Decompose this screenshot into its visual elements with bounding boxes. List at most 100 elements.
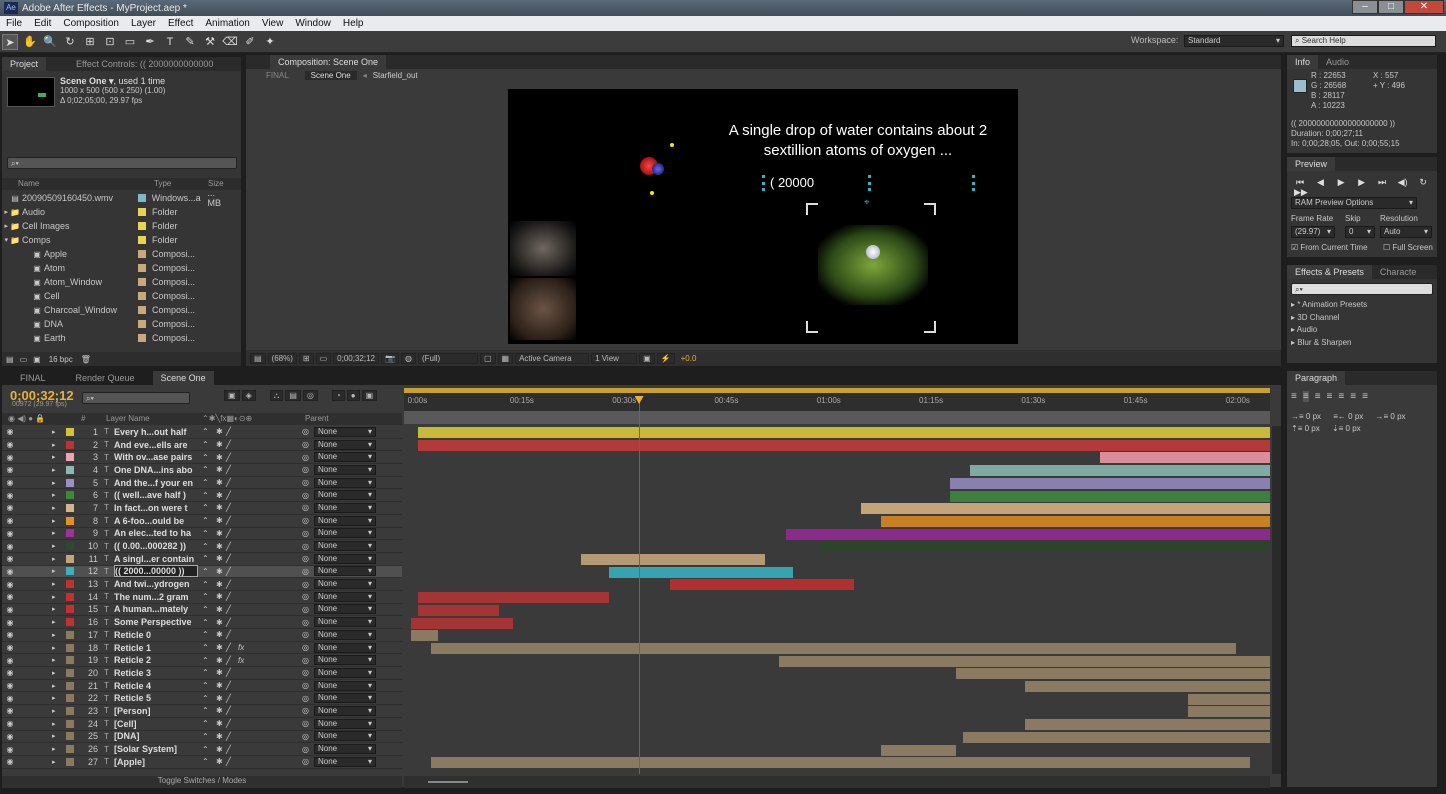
- collapse-switch-icon[interactable]: ✱: [216, 516, 226, 525]
- disclosure-triangle-icon[interactable]: ▸: [52, 618, 66, 626]
- layer-label-color[interactable]: [66, 427, 74, 436]
- layer-label-color[interactable]: [66, 656, 74, 665]
- play-icon[interactable]: ▶: [1335, 177, 1347, 187]
- quality-switch-icon[interactable]: ╱: [226, 554, 238, 563]
- parent-dropdown[interactable]: None ▾: [314, 680, 376, 691]
- resolution-dropdown[interactable]: (Full): [417, 352, 478, 364]
- live-update-icon[interactable]: ▣: [361, 390, 378, 401]
- layer-label-color[interactable]: [66, 580, 74, 589]
- layer-label-color[interactable]: [66, 694, 74, 703]
- layer-duration-bar[interactable]: [969, 465, 1270, 477]
- project-list-item[interactable]: ▸ 📁 Cell Images Folder: [2, 219, 231, 233]
- layer-row[interactable]: ◉ ▸ 24 T [Cell] ⌃ ✱ ╱ ◎ None ▾: [2, 718, 402, 731]
- quality-switch-icon[interactable]: ╱: [226, 694, 238, 703]
- layer-duration-bar[interactable]: [956, 668, 1270, 680]
- layer-name[interactable]: [Solar System]: [114, 744, 198, 754]
- parent-dropdown[interactable]: None ▾: [314, 667, 376, 678]
- shy-switch-icon[interactable]: ⌃: [202, 694, 216, 703]
- layer-duration-bar[interactable]: [785, 528, 1270, 540]
- collapse-switch-icon[interactable]: ✱: [216, 478, 226, 487]
- tab-project[interactable]: Project: [2, 57, 47, 71]
- eye-icon[interactable]: ◉: [4, 478, 16, 487]
- parent-dropdown[interactable]: None ▾: [314, 617, 376, 628]
- project-list-item[interactable]: ▣ Cell Composi...: [2, 289, 231, 303]
- quality-switch-icon[interactable]: ╱: [226, 440, 238, 449]
- pickwhip-icon[interactable]: ◎: [302, 542, 314, 551]
- eye-icon[interactable]: ◉: [4, 491, 16, 500]
- from-current-checkbox[interactable]: ☑: [1291, 243, 1300, 252]
- timeline-scrollbar[interactable]: [1272, 426, 1281, 774]
- eye-icon[interactable]: ◉: [4, 592, 16, 601]
- parent-dropdown[interactable]: None ▾: [314, 705, 376, 716]
- shy-switch-icon[interactable]: ⌃: [202, 719, 216, 728]
- fast-previews-icon[interactable]: ⚡: [656, 352, 675, 364]
- collapse-switch-icon[interactable]: ✱: [216, 503, 226, 512]
- disclosure-triangle-icon[interactable]: ▸: [52, 644, 66, 652]
- eye-icon[interactable]: ◉: [4, 516, 16, 525]
- menu-window[interactable]: Window: [289, 18, 337, 29]
- collapse-switch-icon[interactable]: ✱: [216, 427, 226, 436]
- menu-edit[interactable]: Edit: [28, 18, 57, 29]
- color-channels-icon[interactable]: ◍: [400, 352, 416, 364]
- layer-row[interactable]: ◉ ▸ 8 T A 6-foo...ould be ⌃ ✱ ╱ ◎ None ▾: [2, 515, 402, 528]
- quality-switch-icon[interactable]: ╱: [226, 478, 238, 487]
- shy-switch-icon[interactable]: ⌃: [202, 478, 216, 487]
- layer-row[interactable]: ◉ ▸ 16 T Some Perspective ⌃ ✱ ╱ ◎ None ▾: [2, 616, 402, 629]
- layer-row[interactable]: ◉ ▸ 4 T One DNA...ins abo ⌃ ✱ ╱ ◎ None ▾: [2, 464, 402, 477]
- eye-icon[interactable]: ◉: [4, 529, 16, 538]
- layer-row[interactable]: ◉ ▸ 1 T Every h...out half ⌃ ✱ ╱ ◎ None ▾: [2, 426, 402, 439]
- eye-icon[interactable]: ◉: [4, 732, 16, 741]
- region-of-interest-icon[interactable]: ▢: [479, 352, 496, 364]
- layer-name[interactable]: Reticle 5: [114, 693, 198, 703]
- prev-frame-icon[interactable]: ◀: [1315, 177, 1327, 187]
- indent-left-value[interactable]: 0 px: [1306, 412, 1321, 421]
- layer-label-color[interactable]: [66, 706, 74, 715]
- pickwhip-icon[interactable]: ◎: [302, 529, 314, 538]
- label-color-swatch[interactable]: [138, 264, 146, 272]
- pickwhip-icon[interactable]: ◎: [302, 745, 314, 754]
- disclosure-triangle-icon[interactable]: ▸: [52, 479, 66, 487]
- layer-row[interactable]: ◉ ▸ 3 T With ov...ase pairs ⌃ ✱ ╱ ◎ None ▾: [2, 451, 402, 465]
- project-list-item[interactable]: ▣ Atom_Window Composi...: [2, 275, 231, 289]
- layer-duration-bar[interactable]: [881, 744, 957, 756]
- layer-row[interactable]: ◉ ▸ 14 T The num...2 gram ⌃ ✱ ╱ ◎ None ▾: [2, 591, 402, 604]
- pickwhip-icon[interactable]: ◎: [302, 706, 314, 715]
- parent-dropdown[interactable]: None ▾: [314, 426, 376, 437]
- layer-row[interactable]: ◉ ▸ 27 T [Apple] ⌃ ✱ ╱ ◎ None ▾: [2, 756, 402, 769]
- layer-name[interactable]: A 6-foo...ould be: [114, 516, 198, 526]
- collapse-switch-icon[interactable]: ✱: [216, 694, 226, 703]
- eye-icon[interactable]: ◉: [4, 757, 16, 766]
- layer-duration-bar[interactable]: [431, 757, 1250, 769]
- collapse-switch-icon[interactable]: ✱: [216, 453, 226, 462]
- new-folder-icon[interactable]: ▭: [20, 355, 28, 364]
- graph-editor-icon[interactable]: ◔: [331, 390, 345, 401]
- quality-switch-icon[interactable]: ╱: [226, 580, 238, 589]
- layer-label-color[interactable]: [66, 529, 74, 538]
- maximize-button[interactable]: □: [1378, 0, 1404, 14]
- roto-brush-tool-icon[interactable]: ✐: [242, 34, 258, 50]
- tab-info[interactable]: Info: [1287, 55, 1319, 69]
- layer-row[interactable]: ◉ ▸ 19 T Reticle 2 ⌃ ✱ ╱ fx ◎ None ▾: [2, 654, 402, 668]
- parent-dropdown[interactable]: None ▾: [314, 566, 376, 577]
- quality-switch-icon[interactable]: ╱: [226, 681, 238, 690]
- eye-icon[interactable]: ◉: [4, 567, 16, 576]
- parent-dropdown[interactable]: None ▾: [314, 477, 376, 488]
- align-center-icon[interactable]: ≡: [1302, 391, 1309, 402]
- quality-switch-icon[interactable]: ╱: [226, 427, 238, 436]
- parent-dropdown[interactable]: None ▾: [314, 604, 376, 615]
- label-color-swatch[interactable]: [138, 334, 146, 342]
- transparency-grid-icon[interactable]: ▦: [497, 352, 514, 364]
- parent-dropdown[interactable]: None ▾: [314, 515, 376, 526]
- trash-icon[interactable]: 🗑: [81, 355, 91, 364]
- disclosure-triangle-icon[interactable]: ▸: [52, 707, 66, 715]
- pickwhip-icon[interactable]: ◎: [302, 453, 314, 462]
- layer-row[interactable]: ◉ ▸ 26 T [Solar System] ⌃ ✱ ╱ ◎ None ▾: [2, 743, 402, 756]
- safe-zones-icon[interactable]: ⊞: [298, 352, 314, 364]
- parent-dropdown[interactable]: None ▾: [314, 490, 376, 501]
- disclosure-triangle-icon[interactable]: ▸: [52, 504, 66, 512]
- pickwhip-icon[interactable]: ◎: [302, 732, 314, 741]
- disclosure-triangle-icon[interactable]: ▸: [52, 580, 66, 588]
- layer-label-color[interactable]: [66, 567, 74, 576]
- shy-switch-icon[interactable]: ⌃: [202, 516, 216, 525]
- label-color-swatch[interactable]: [138, 292, 146, 300]
